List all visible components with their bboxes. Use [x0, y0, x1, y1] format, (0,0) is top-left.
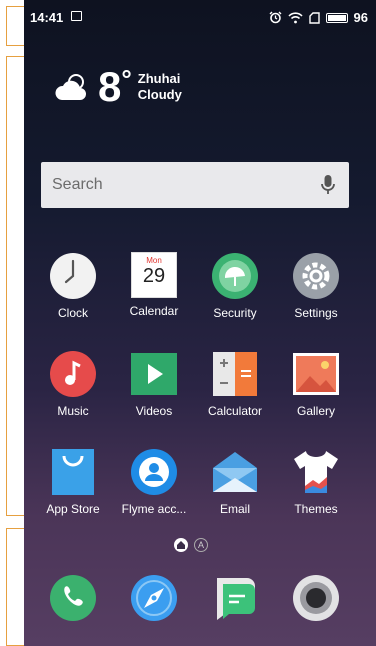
music-note-icon [49, 350, 97, 398]
alarm-icon [269, 11, 282, 24]
app-clock[interactable]: Clock [33, 252, 113, 320]
app-themes[interactable]: Themes [276, 448, 356, 516]
battery-icon [325, 12, 348, 23]
status-bar: 14:41 96 [24, 0, 376, 36]
app-calendar[interactable]: Mon 29 Calendar [114, 252, 194, 318]
app-flyme-account[interactable]: Flyme acc... [114, 448, 194, 516]
user-account-icon [130, 448, 178, 496]
app-label: Flyme acc... [121, 502, 187, 516]
camera-icon[interactable] [292, 574, 340, 622]
search-bar[interactable]: Search [41, 162, 349, 208]
app-label: Gallery [296, 404, 335, 418]
search-placeholder: Search [52, 176, 103, 193]
weather-condition: Cloudy [137, 87, 182, 102]
status-time: 14:41 [30, 10, 64, 25]
app-settings[interactable]: Settings [276, 252, 356, 320]
app-label: Settings [294, 306, 338, 320]
message-icon[interactable] [211, 574, 259, 622]
app-gallery[interactable]: Gallery [276, 350, 356, 418]
sim-icon [308, 11, 320, 24]
microphone-icon[interactable] [321, 174, 335, 196]
calendar-month: Mon [146, 256, 162, 265]
degree-symbol: ° [121, 64, 132, 94]
gear-icon [292, 252, 340, 300]
app-videos[interactable]: Videos [114, 350, 194, 418]
auto-page-dot[interactable]: A [194, 538, 208, 552]
battery-percentage: 96 [353, 10, 368, 25]
app-label: Videos [135, 404, 173, 418]
app-label: Music [57, 404, 89, 418]
compass-icon[interactable] [130, 574, 178, 622]
weather-details: Zhuhai Cloudy [138, 71, 182, 103]
app-calculator[interactable]: Calculator [195, 350, 275, 418]
status-icons: 96 [269, 10, 368, 25]
shopping-bag-icon [49, 448, 97, 496]
page-indicator: A [174, 538, 208, 552]
image-notification-icon [71, 11, 82, 21]
picture-icon [292, 350, 340, 398]
calendar-day: 29 [142, 265, 166, 287]
app-label: Email [219, 502, 250, 516]
app-security[interactable]: Security [195, 252, 275, 320]
home-icon [177, 541, 185, 549]
calendar-icon: Mon 29 [131, 252, 177, 298]
umbrella-icon [211, 252, 259, 300]
app-label: Security [213, 306, 257, 320]
app-label: App Store [46, 502, 100, 516]
app-app-store[interactable]: App Store [33, 448, 113, 516]
cloud-icon [55, 74, 86, 100]
tshirt-icon [292, 448, 340, 496]
wifi-icon [287, 11, 303, 23]
app-label: Clock [57, 306, 88, 320]
app-email[interactable]: Email [195, 448, 275, 516]
app-music[interactable]: Music [33, 350, 113, 418]
weather-city: Zhuhai [137, 71, 181, 86]
weather-widget[interactable]: 8 ° Zhuhai Cloudy [54, 63, 182, 110]
temperature: 8 [98, 63, 122, 110]
home-page-dot[interactable] [174, 538, 188, 552]
app-label: Calculator [207, 404, 263, 418]
app-label: Themes [294, 502, 338, 516]
envelope-icon [211, 448, 259, 496]
home-screen: 14:41 96 8 ° Zhuhai Cloudy Search Clock … [24, 0, 376, 646]
clock-icon [49, 252, 97, 300]
play-icon [130, 350, 178, 398]
app-label: Calendar [129, 304, 179, 318]
calculator-icon [211, 350, 259, 398]
phone-icon[interactable] [49, 574, 97, 622]
